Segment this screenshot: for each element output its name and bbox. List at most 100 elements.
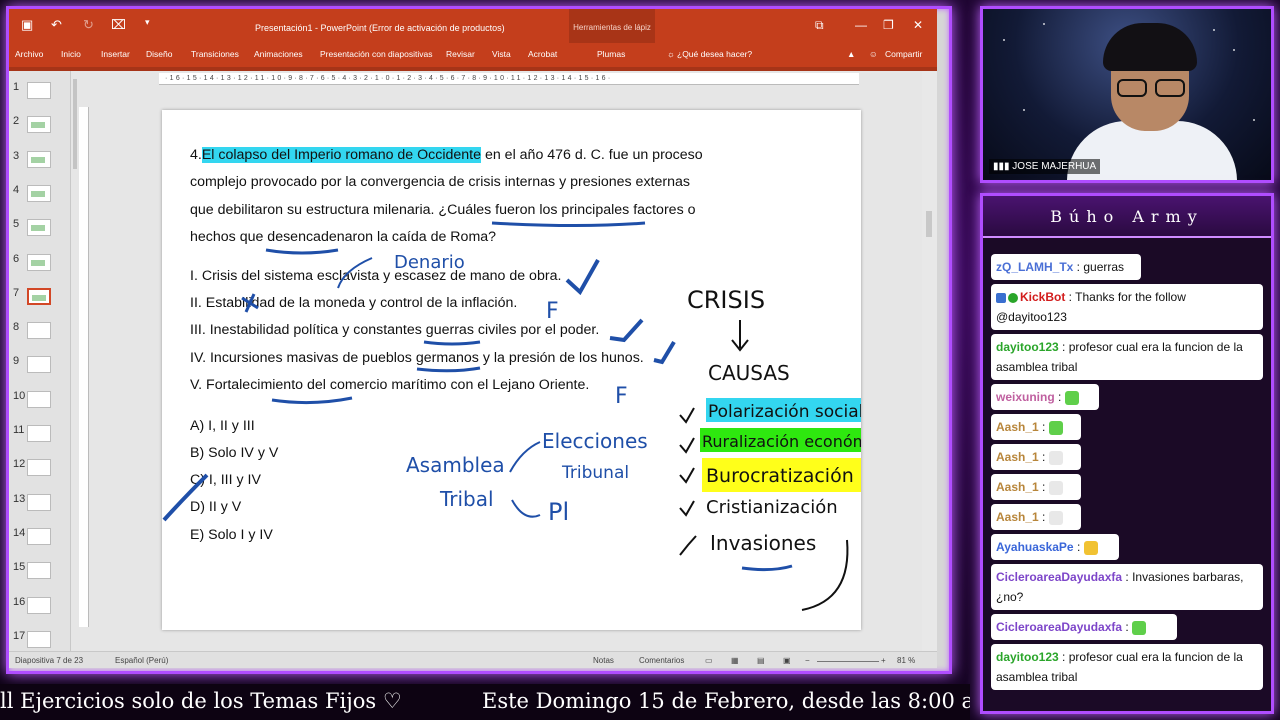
thumbnail-number: 3: [13, 149, 20, 162]
ink-underline: [741, 564, 793, 572]
ink-underline: [265, 248, 339, 255]
chat-username[interactable]: dayitoo123: [996, 340, 1059, 354]
slide-thumbnail[interactable]: [27, 219, 51, 237]
language-indicator[interactable]: Español (Perú): [115, 656, 168, 665]
webcam-panel: ▮▮▮ JOSE MAJERHUA: [980, 6, 1274, 183]
chat-username[interactable]: Aash_1: [996, 420, 1039, 434]
chat-username[interactable]: dayitoo123: [996, 650, 1059, 664]
sorter-view-icon[interactable]: ▦: [731, 656, 739, 665]
tab-archivo[interactable]: Archivo: [15, 49, 43, 59]
slide-thumbnail[interactable]: [27, 287, 51, 305]
ink-causas: CAUSAS: [708, 361, 790, 385]
slide-canvas[interactable]: 4.El colapso del Imperio romano de Occid…: [162, 110, 861, 630]
chat-username[interactable]: CicleroareaDayudaxfa: [996, 570, 1122, 584]
ribbon-display-icon[interactable]: ⧉: [815, 18, 824, 33]
ribbon-tabs: Archivo Inicio Insertar Diseño Transicio…: [9, 43, 937, 67]
share-button[interactable]: Compartir: [885, 49, 922, 59]
notes-button[interactable]: Notas: [593, 656, 614, 665]
slide-thumbnail[interactable]: [27, 596, 51, 614]
ink-tribal: Tribal: [439, 487, 494, 511]
emote-icon: [1048, 480, 1063, 495]
zoom-slider[interactable]: [817, 661, 879, 662]
tab-animaciones[interactable]: Animaciones: [254, 49, 303, 59]
ink-underline: [271, 396, 353, 405]
chat-message: KickBot : Thanks for the follow @dayitoo…: [991, 284, 1263, 330]
tab-insertar[interactable]: Insertar: [101, 49, 130, 59]
chat-separator: :: [1058, 650, 1069, 664]
slide-thumbnail[interactable]: [27, 630, 51, 648]
emote-icon: [1083, 540, 1098, 555]
slide-scrollbar[interactable]: [922, 71, 937, 651]
thumbnail-number: 7: [13, 286, 20, 299]
chat-text: guerras: [1083, 260, 1125, 274]
thumbnail-number: 5: [13, 218, 20, 231]
chat-username[interactable]: CicleroareaDayudaxfa: [996, 620, 1122, 634]
zoom-out-icon[interactable]: −: [805, 656, 810, 665]
chat-username[interactable]: Aash_1: [996, 480, 1039, 494]
chat-username[interactable]: AyahuaskaPe: [996, 540, 1074, 554]
chat-separator: :: [1038, 450, 1049, 464]
ink-check: [609, 318, 644, 343]
chat-username[interactable]: zQ_LAMH_Tx: [996, 260, 1073, 274]
slide-thumbnail[interactable]: [27, 493, 51, 511]
slide-thumbnail[interactable]: [27, 562, 51, 580]
thumbnail-number: 13: [13, 492, 26, 505]
chat-separator: :: [1038, 510, 1049, 524]
zoom-level[interactable]: 81 %: [897, 656, 915, 665]
slide-thumbnail[interactable]: [27, 150, 51, 168]
tell-me-search[interactable]: ¿Qué desea hacer?: [677, 49, 752, 59]
tab-acrobat[interactable]: Acrobat: [528, 49, 557, 59]
thumbnail-number: 1: [13, 81, 20, 93]
chat-message: Aash_1 :: [991, 444, 1081, 470]
thumbnail-number: 17: [13, 629, 26, 642]
redo-icon[interactable]: ↻: [83, 17, 94, 33]
tab-revisar[interactable]: Revisar: [446, 49, 475, 59]
slide-thumbnail[interactable]: [27, 184, 51, 202]
slide-thumbnail[interactable]: [27, 425, 51, 442]
thumbnail-number: 11: [13, 424, 25, 436]
slideshow-view-icon[interactable]: ▣: [783, 656, 791, 665]
chat-separator: :: [1122, 620, 1133, 634]
undo-icon[interactable]: ↶: [51, 17, 62, 33]
reading-view-icon[interactable]: ▤: [757, 656, 765, 665]
chat-message: CicleroareaDayudaxfa :: [991, 614, 1177, 640]
maximize-icon[interactable]: ❐: [883, 18, 894, 32]
tab-transiciones[interactable]: Transiciones: [191, 49, 239, 59]
chat-username[interactable]: KickBot: [1020, 290, 1065, 304]
ink-crisis: CRISIS: [687, 286, 765, 314]
presenter-icon[interactable]: ⌧: [111, 17, 126, 33]
tab-inicio[interactable]: Inicio: [61, 49, 81, 59]
slide-thumbnail[interactable]: [27, 459, 51, 477]
thumbnail-scrollbar[interactable]: [73, 79, 77, 169]
tab-vista[interactable]: Vista: [492, 49, 511, 59]
presenter-hair: [1103, 23, 1197, 71]
ink-underline: [491, 221, 646, 227]
customize-qat-icon[interactable]: ▾: [145, 17, 150, 28]
slide-thumbnail[interactable]: [27, 116, 51, 134]
tab-plumas[interactable]: Plumas: [597, 49, 625, 59]
ink-underline: [423, 340, 481, 346]
normal-view-icon[interactable]: ▭: [705, 656, 713, 665]
zoom-in-icon[interactable]: +: [881, 656, 886, 665]
minimize-icon[interactable]: —: [855, 18, 867, 32]
save-icon[interactable]: ▣: [21, 17, 33, 33]
close-icon[interactable]: ✕: [913, 18, 923, 32]
tab-presentacion[interactable]: Presentación con diapositivas: [320, 49, 432, 59]
emote-icon: [1048, 450, 1063, 465]
slide-thumbnail-pane[interactable]: 1 2 3 4 5 6 7 8 9 10 11 12 13 14 15 16 17: [9, 71, 71, 651]
comments-button[interactable]: Comentarios: [639, 656, 684, 665]
slide-thumbnail[interactable]: [27, 356, 51, 374]
tab-diseno[interactable]: Diseño: [146, 49, 172, 59]
ink-cause-5: Invasiones: [710, 531, 816, 555]
slide-thumbnail[interactable]: [27, 82, 51, 99]
thumbnail-number: 14: [13, 526, 26, 539]
slide-thumbnail[interactable]: [27, 527, 51, 545]
ink-cause-1: Polarización social: [708, 402, 861, 422]
slide-thumbnail[interactable]: [27, 322, 51, 340]
chat-username[interactable]: Aash_1: [996, 450, 1039, 464]
chat-username[interactable]: weixuning: [996, 390, 1055, 404]
chat-username[interactable]: Aash_1: [996, 510, 1039, 524]
chat-message: CicleroareaDayudaxfa : Invasiones barbar…: [991, 564, 1263, 610]
slide-thumbnail[interactable]: [27, 253, 51, 271]
slide-thumbnail[interactable]: [27, 390, 51, 408]
